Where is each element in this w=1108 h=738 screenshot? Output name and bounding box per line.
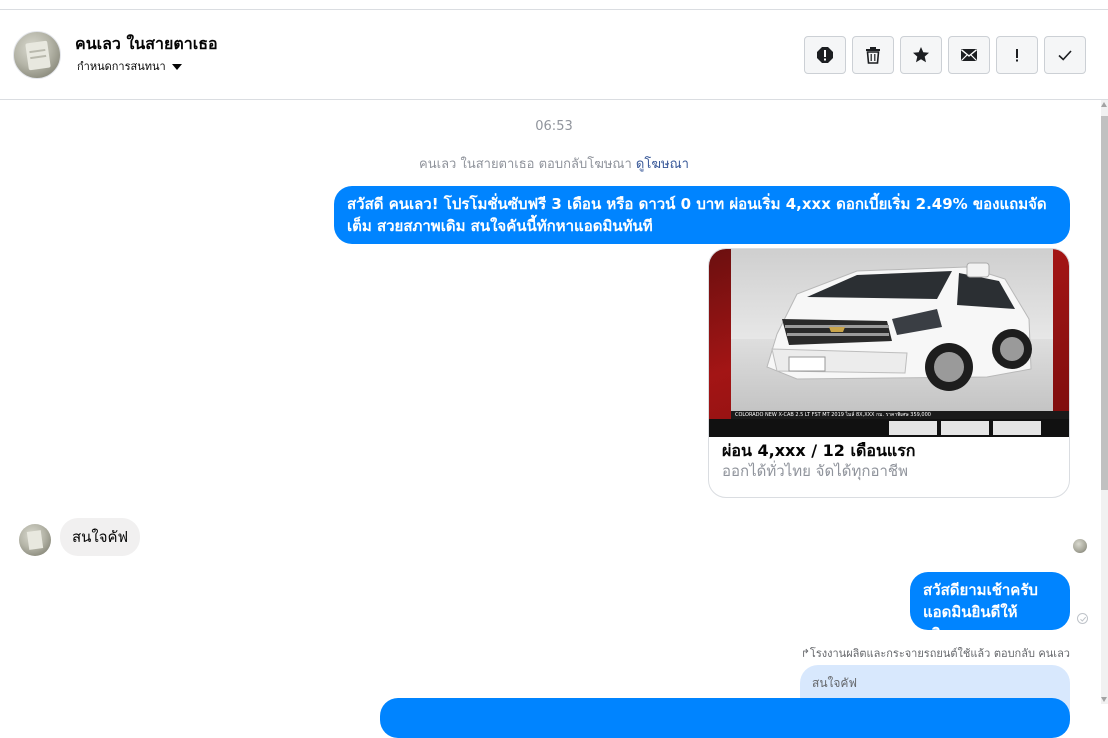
trash-icon — [866, 47, 880, 64]
sent-status-icon — [1077, 613, 1088, 624]
conversation-header: คนเลว ในสายตาเธอ กำหนดการสนทนา — [0, 10, 1108, 100]
ad-image-caption: COLORADO NEW X-CAB 2.5 LT FST MT 2019 ไม… — [735, 412, 931, 418]
envelope-icon — [961, 49, 977, 61]
outgoing-message: สวัสดี คนเลว! โปรโมชั่นซับฟรี 3 เดือน หร… — [334, 186, 1070, 244]
caret-down-icon — [171, 63, 182, 70]
star-button[interactable] — [900, 36, 942, 74]
follow-up-button[interactable] — [996, 36, 1038, 74]
incoming-message: สนใจคัฟ — [60, 518, 141, 556]
ad-card-description: ออกได้ทั่วไทย จัดได้ทุกอาชีพ — [722, 462, 908, 480]
conversation-settings-dropdown[interactable]: กำหนดการสนทนา — [77, 57, 182, 75]
star-icon — [913, 47, 929, 63]
ad-card[interactable]: COLORADO NEW X-CAB 2.5 LT FST MT 2019 ไม… — [708, 248, 1070, 498]
ad-image-thumbnails — [709, 419, 1069, 437]
pickup-truck-image — [766, 262, 1032, 391]
spam-report-icon — [817, 47, 833, 63]
scroll-up-arrow-icon[interactable] — [1101, 102, 1107, 107]
delete-button[interactable] — [852, 36, 894, 74]
contact-avatar[interactable] — [13, 31, 61, 79]
outgoing-message-greeting: สวัสดียามเช้าครับ แอดมินยินดีให้บริการ — [910, 572, 1070, 643]
scroll-down-arrow-icon[interactable] — [1101, 697, 1107, 702]
reply-context-header: ↱โรงงานผลิตและกระจายรถยนต์ใช้แล้ว ตอบกลั… — [800, 647, 1070, 660]
checkmark-icon — [1058, 50, 1072, 61]
greeting-line-2: แอดมินยินดีให้บริการ — [923, 603, 1018, 643]
toolbar — [804, 36, 1086, 74]
ad-reply-notice: คนเลว ในสายตาเธอ ตอบกลับโฆษณา ดูโฆษณา — [0, 153, 1108, 174]
ad-reply-text: คนเลว ในสายตาเธอ ตอบกลับโฆษณา — [419, 157, 632, 172]
exclamation-icon — [1016, 49, 1018, 62]
conversation-settings-label: กำหนดการสนทนา — [77, 60, 166, 73]
sender-avatar[interactable] — [19, 524, 51, 556]
message-timestamp: 06:53 — [535, 119, 573, 134]
mark-spam-button[interactable] — [804, 36, 846, 74]
scrollbar[interactable] — [1101, 100, 1108, 704]
contact-name[interactable]: คนเลว ในสายตาเธอ — [75, 32, 218, 57]
greeting-line-1: สวัสดียามเช้าครับ — [923, 581, 1038, 599]
view-ad-link[interactable]: ดูโฆษณา — [636, 157, 689, 172]
ad-image: COLORADO NEW X-CAB 2.5 LT FST MT 2019 ไม… — [709, 249, 1069, 437]
mark-unread-button[interactable] — [948, 36, 990, 74]
seen-avatar-indicator — [1073, 539, 1087, 553]
mark-done-button[interactable] — [1044, 36, 1086, 74]
outgoing-message-partial — [380, 698, 1070, 738]
